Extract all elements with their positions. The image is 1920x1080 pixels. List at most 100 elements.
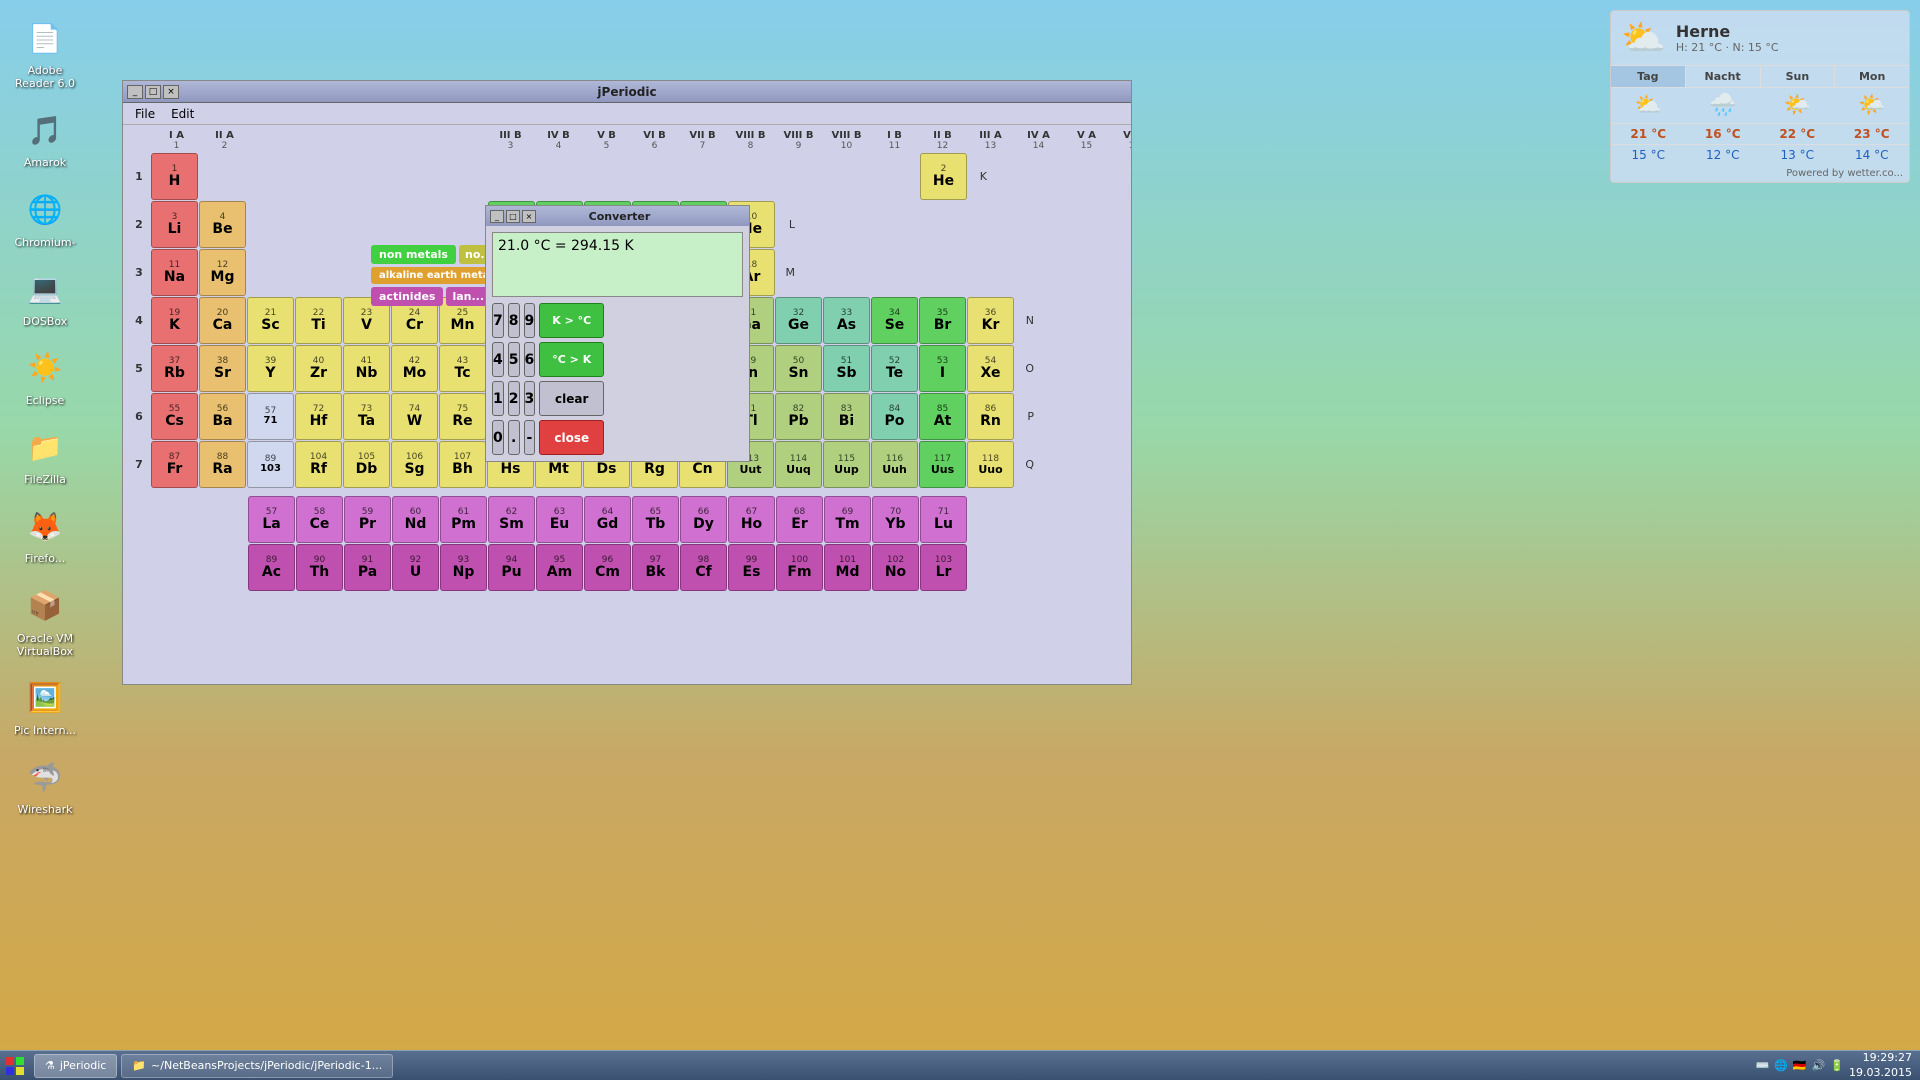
element-Te[interactable]: 52Te xyxy=(871,345,918,392)
element-Kr[interactable]: 36Kr xyxy=(967,297,1014,344)
element-I[interactable]: 53I xyxy=(919,345,966,392)
menu-edit[interactable]: Edit xyxy=(163,105,202,123)
close-btn[interactable]: × xyxy=(163,85,179,99)
taskbar-start-button[interactable] xyxy=(0,1052,30,1080)
element-Nb[interactable]: 41Nb xyxy=(343,345,390,392)
element-Th[interactable]: 90Th xyxy=(296,544,343,591)
element-Cs[interactable]: 55Cs xyxy=(151,393,198,440)
element-Po[interactable]: 84Po xyxy=(871,393,918,440)
element-Uuq[interactable]: 114Uuq xyxy=(775,441,822,488)
taskbar-app-jperiodic[interactable]: ⚗ jPeriodic xyxy=(34,1054,117,1078)
btn-5[interactable]: 5 xyxy=(508,342,520,377)
icon-adobe-reader[interactable]: 📄 Adobe Reader 6.0 xyxy=(5,10,85,94)
icon-amarok[interactable]: 🎵 Amarok xyxy=(5,102,85,173)
element-Yb[interactable]: 70Yb xyxy=(872,496,919,543)
element-Cf[interactable]: 98Cf xyxy=(680,544,727,591)
element-Pu[interactable]: 94Pu xyxy=(488,544,535,591)
element-W[interactable]: 74W xyxy=(391,393,438,440)
element-Li[interactable]: 3Li xyxy=(151,201,198,248)
legend-actinides-tab[interactable]: actinides xyxy=(371,287,443,306)
element-Am[interactable]: 95Am xyxy=(536,544,583,591)
icon-oracle[interactable]: 📦 Oracle VM VirtualBox xyxy=(5,578,85,662)
weather-day-tag[interactable]: Tag xyxy=(1611,66,1686,87)
element-U[interactable]: 92U xyxy=(392,544,439,591)
conv-maximize-btn[interactable]: □ xyxy=(506,210,520,223)
icon-chromium[interactable]: 🌐 Chromium- xyxy=(5,182,85,253)
element-Sn[interactable]: 50Sn xyxy=(775,345,822,392)
element-Tb[interactable]: 65Tb xyxy=(632,496,679,543)
element-Er[interactable]: 68Er xyxy=(776,496,823,543)
btn-close[interactable]: close xyxy=(539,420,604,455)
element-Md[interactable]: 101Md xyxy=(824,544,871,591)
element-Eu[interactable]: 63Eu xyxy=(536,496,583,543)
element-K[interactable]: 19K xyxy=(151,297,198,344)
element-Ti[interactable]: 22Ti xyxy=(295,297,342,344)
conv-minimize-btn[interactable]: _ xyxy=(490,210,504,223)
element-Lr[interactable]: 103Lr xyxy=(920,544,967,591)
element-Bi[interactable]: 83Bi xyxy=(823,393,870,440)
element-Bk[interactable]: 97Bk xyxy=(632,544,679,591)
element-Db[interactable]: 105Db xyxy=(343,441,390,488)
element-Fm[interactable]: 100Fm xyxy=(776,544,823,591)
element-Hf[interactable]: 72Hf xyxy=(295,393,342,440)
element-H[interactable]: 1H xyxy=(151,153,198,200)
element-Np[interactable]: 93Np xyxy=(440,544,487,591)
menu-file[interactable]: File xyxy=(127,105,163,123)
element-Ba[interactable]: 56Ba xyxy=(199,393,246,440)
weather-day-nacht[interactable]: Nacht xyxy=(1686,66,1761,87)
element-Uup[interactable]: 115Uup xyxy=(823,441,870,488)
element-Be[interactable]: 4Be xyxy=(199,201,246,248)
element-No[interactable]: 102No xyxy=(872,544,919,591)
element-Ce[interactable]: 58Ce xyxy=(296,496,343,543)
element-As[interactable]: 33As xyxy=(823,297,870,344)
icon-wireshark[interactable]: 🦈 Wireshark xyxy=(5,749,85,820)
btn-3[interactable]: 3 xyxy=(524,381,536,416)
element-Dy[interactable]: 66Dy xyxy=(680,496,727,543)
btn-8[interactable]: 8 xyxy=(508,303,520,338)
element-Y[interactable]: 39Y xyxy=(247,345,294,392)
element-Pb[interactable]: 82Pb xyxy=(775,393,822,440)
element-Zr[interactable]: 40Zr xyxy=(295,345,342,392)
element-Es[interactable]: 99Es xyxy=(728,544,775,591)
icon-dosbox[interactable]: 💻 DOSBox xyxy=(5,261,85,332)
element-Ge[interactable]: 32Ge xyxy=(775,297,822,344)
conv-close-btn[interactable]: × xyxy=(522,210,536,223)
element-Sb[interactable]: 51Sb xyxy=(823,345,870,392)
element-Na[interactable]: 11Na xyxy=(151,249,198,296)
icon-filezilla[interactable]: 📁 FileZilla xyxy=(5,419,85,490)
icon-firefox[interactable]: 🦊 Firefo... xyxy=(5,498,85,569)
element-Xe[interactable]: 54Xe xyxy=(967,345,1014,392)
element-Br[interactable]: 35Br xyxy=(919,297,966,344)
taskbar-app-netbeans[interactable]: 📁 ~/NetBeansProjects/jPeriodic/jPeriodic… xyxy=(121,1054,393,1078)
legend-nonmetals-tab[interactable]: non metals xyxy=(371,245,456,264)
maximize-btn[interactable]: □ xyxy=(145,85,161,99)
element-Lu[interactable]: 71Lu xyxy=(920,496,967,543)
element-Uuh[interactable]: 116Uuh xyxy=(871,441,918,488)
btn-minus[interactable]: - xyxy=(524,420,536,455)
btn-1[interactable]: 1 xyxy=(492,381,504,416)
icon-pic-internet[interactable]: 🖼️ Pic Intern... xyxy=(5,670,85,741)
btn-0[interactable]: 0 xyxy=(492,420,504,455)
btn-k-to-c[interactable]: K > °C xyxy=(539,303,604,338)
element-Ra[interactable]: 88Ra xyxy=(199,441,246,488)
btn-c-to-k[interactable]: °C > K xyxy=(539,342,604,377)
element-Ta[interactable]: 73Ta xyxy=(343,393,390,440)
element-Gd[interactable]: 64Gd xyxy=(584,496,631,543)
element-Ho[interactable]: 67Ho xyxy=(728,496,775,543)
weather-day-sun[interactable]: Sun xyxy=(1761,66,1836,87)
element-La[interactable]: 57La xyxy=(248,496,295,543)
element-Rb[interactable]: 37Rb xyxy=(151,345,198,392)
element-Mg[interactable]: 12Mg xyxy=(199,249,246,296)
legend-lanthanides-tab[interactable]: lan... xyxy=(446,287,490,306)
element-Tm[interactable]: 69Tm xyxy=(824,496,871,543)
btn-6[interactable]: 6 xyxy=(524,342,536,377)
element-Cm[interactable]: 96Cm xyxy=(584,544,631,591)
btn-clear[interactable]: clear xyxy=(539,381,604,416)
element-Nd[interactable]: 60Nd xyxy=(392,496,439,543)
element-La-Lu[interactable]: 5771 xyxy=(247,393,294,440)
element-Pr[interactable]: 59Pr xyxy=(344,496,391,543)
element-Uus[interactable]: 117Uus xyxy=(919,441,966,488)
element-Tc[interactable]: 43Tc xyxy=(439,345,486,392)
btn-7[interactable]: 7 xyxy=(492,303,504,338)
element-Rf[interactable]: 104Rf xyxy=(295,441,342,488)
